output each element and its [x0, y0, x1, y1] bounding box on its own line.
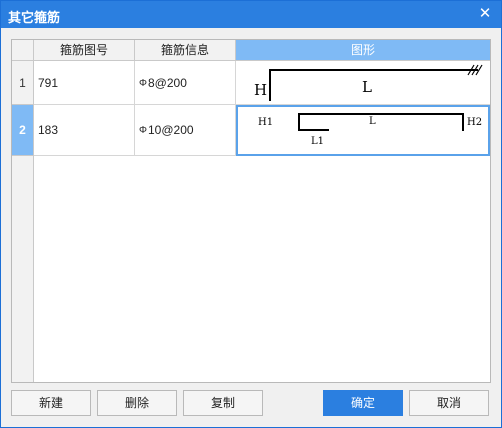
row-number[interactable]: 2: [12, 105, 34, 156]
cell-text: 183: [38, 123, 59, 137]
dialog-window: 其它箍筋 ✕ 箍筋图号 箍筋信息 图形 1 791 Φ8@200 H L 2 1…: [0, 0, 502, 428]
corner-cell[interactable]: [12, 40, 34, 60]
rebar-grade-icon: Φ: [139, 77, 147, 89]
copy-button[interactable]: 复制: [183, 390, 263, 416]
delete-button[interactable]: 删除: [97, 390, 177, 416]
shape-label-l: L: [369, 116, 376, 127]
shape-label-h1: H1: [258, 117, 273, 128]
rebar-grade-icon: Φ: [139, 125, 147, 136]
table-cell-code[interactable]: 791: [34, 61, 135, 105]
new-button[interactable]: 新建: [11, 390, 91, 416]
table-cell-shape[interactable]: H L: [236, 61, 490, 105]
table-cell-shape-selected[interactable]: H1 L H2 L1: [236, 105, 490, 156]
column-header-shape[interactable]: 图形: [236, 40, 490, 60]
row-header-empty: [12, 156, 34, 382]
cancel-button[interactable]: 取消: [409, 390, 489, 416]
rebar-spec: 8@200: [147, 75, 187, 90]
row-number[interactable]: 1: [12, 61, 34, 105]
close-icon[interactable]: ✕: [475, 4, 495, 24]
column-header-info[interactable]: 箍筋信息: [135, 40, 236, 60]
shape-label-h: H: [254, 81, 267, 99]
dialog-title: 其它箍筋: [8, 10, 61, 25]
ok-button[interactable]: 确定: [323, 390, 403, 416]
stirrup-table: 箍筋图号 箍筋信息 图形 1 791 Φ8@200 H L 2 183 Φ10@…: [11, 39, 491, 383]
title-bar[interactable]: 其它箍筋 ✕: [1, 1, 501, 28]
cell-text: Φ8@200: [139, 76, 187, 90]
shape-label-l: L: [362, 78, 372, 96]
column-header-code[interactable]: 箍筋图号: [34, 40, 135, 60]
row-number-text: 1: [19, 75, 26, 90]
shape-label-h2: H2: [467, 117, 482, 128]
table-cell-info[interactable]: Φ8@200: [135, 61, 236, 105]
stirrup-shape-183: H1 L H2 L1: [258, 113, 482, 147]
table-header: 箍筋图号 箍筋信息 图形: [12, 40, 490, 61]
table-cell-info[interactable]: Φ10@200: [135, 105, 236, 156]
rebar-spec: 10@200: [147, 123, 194, 137]
row-number-text: 2: [19, 123, 26, 137]
cell-text: Φ10@200: [139, 123, 194, 137]
shape-label-l1: L1: [311, 136, 324, 147]
stirrup-shape-791: H L: [254, 64, 483, 101]
table-cell-code[interactable]: 183: [34, 105, 135, 156]
cell-text: 791: [38, 75, 59, 90]
